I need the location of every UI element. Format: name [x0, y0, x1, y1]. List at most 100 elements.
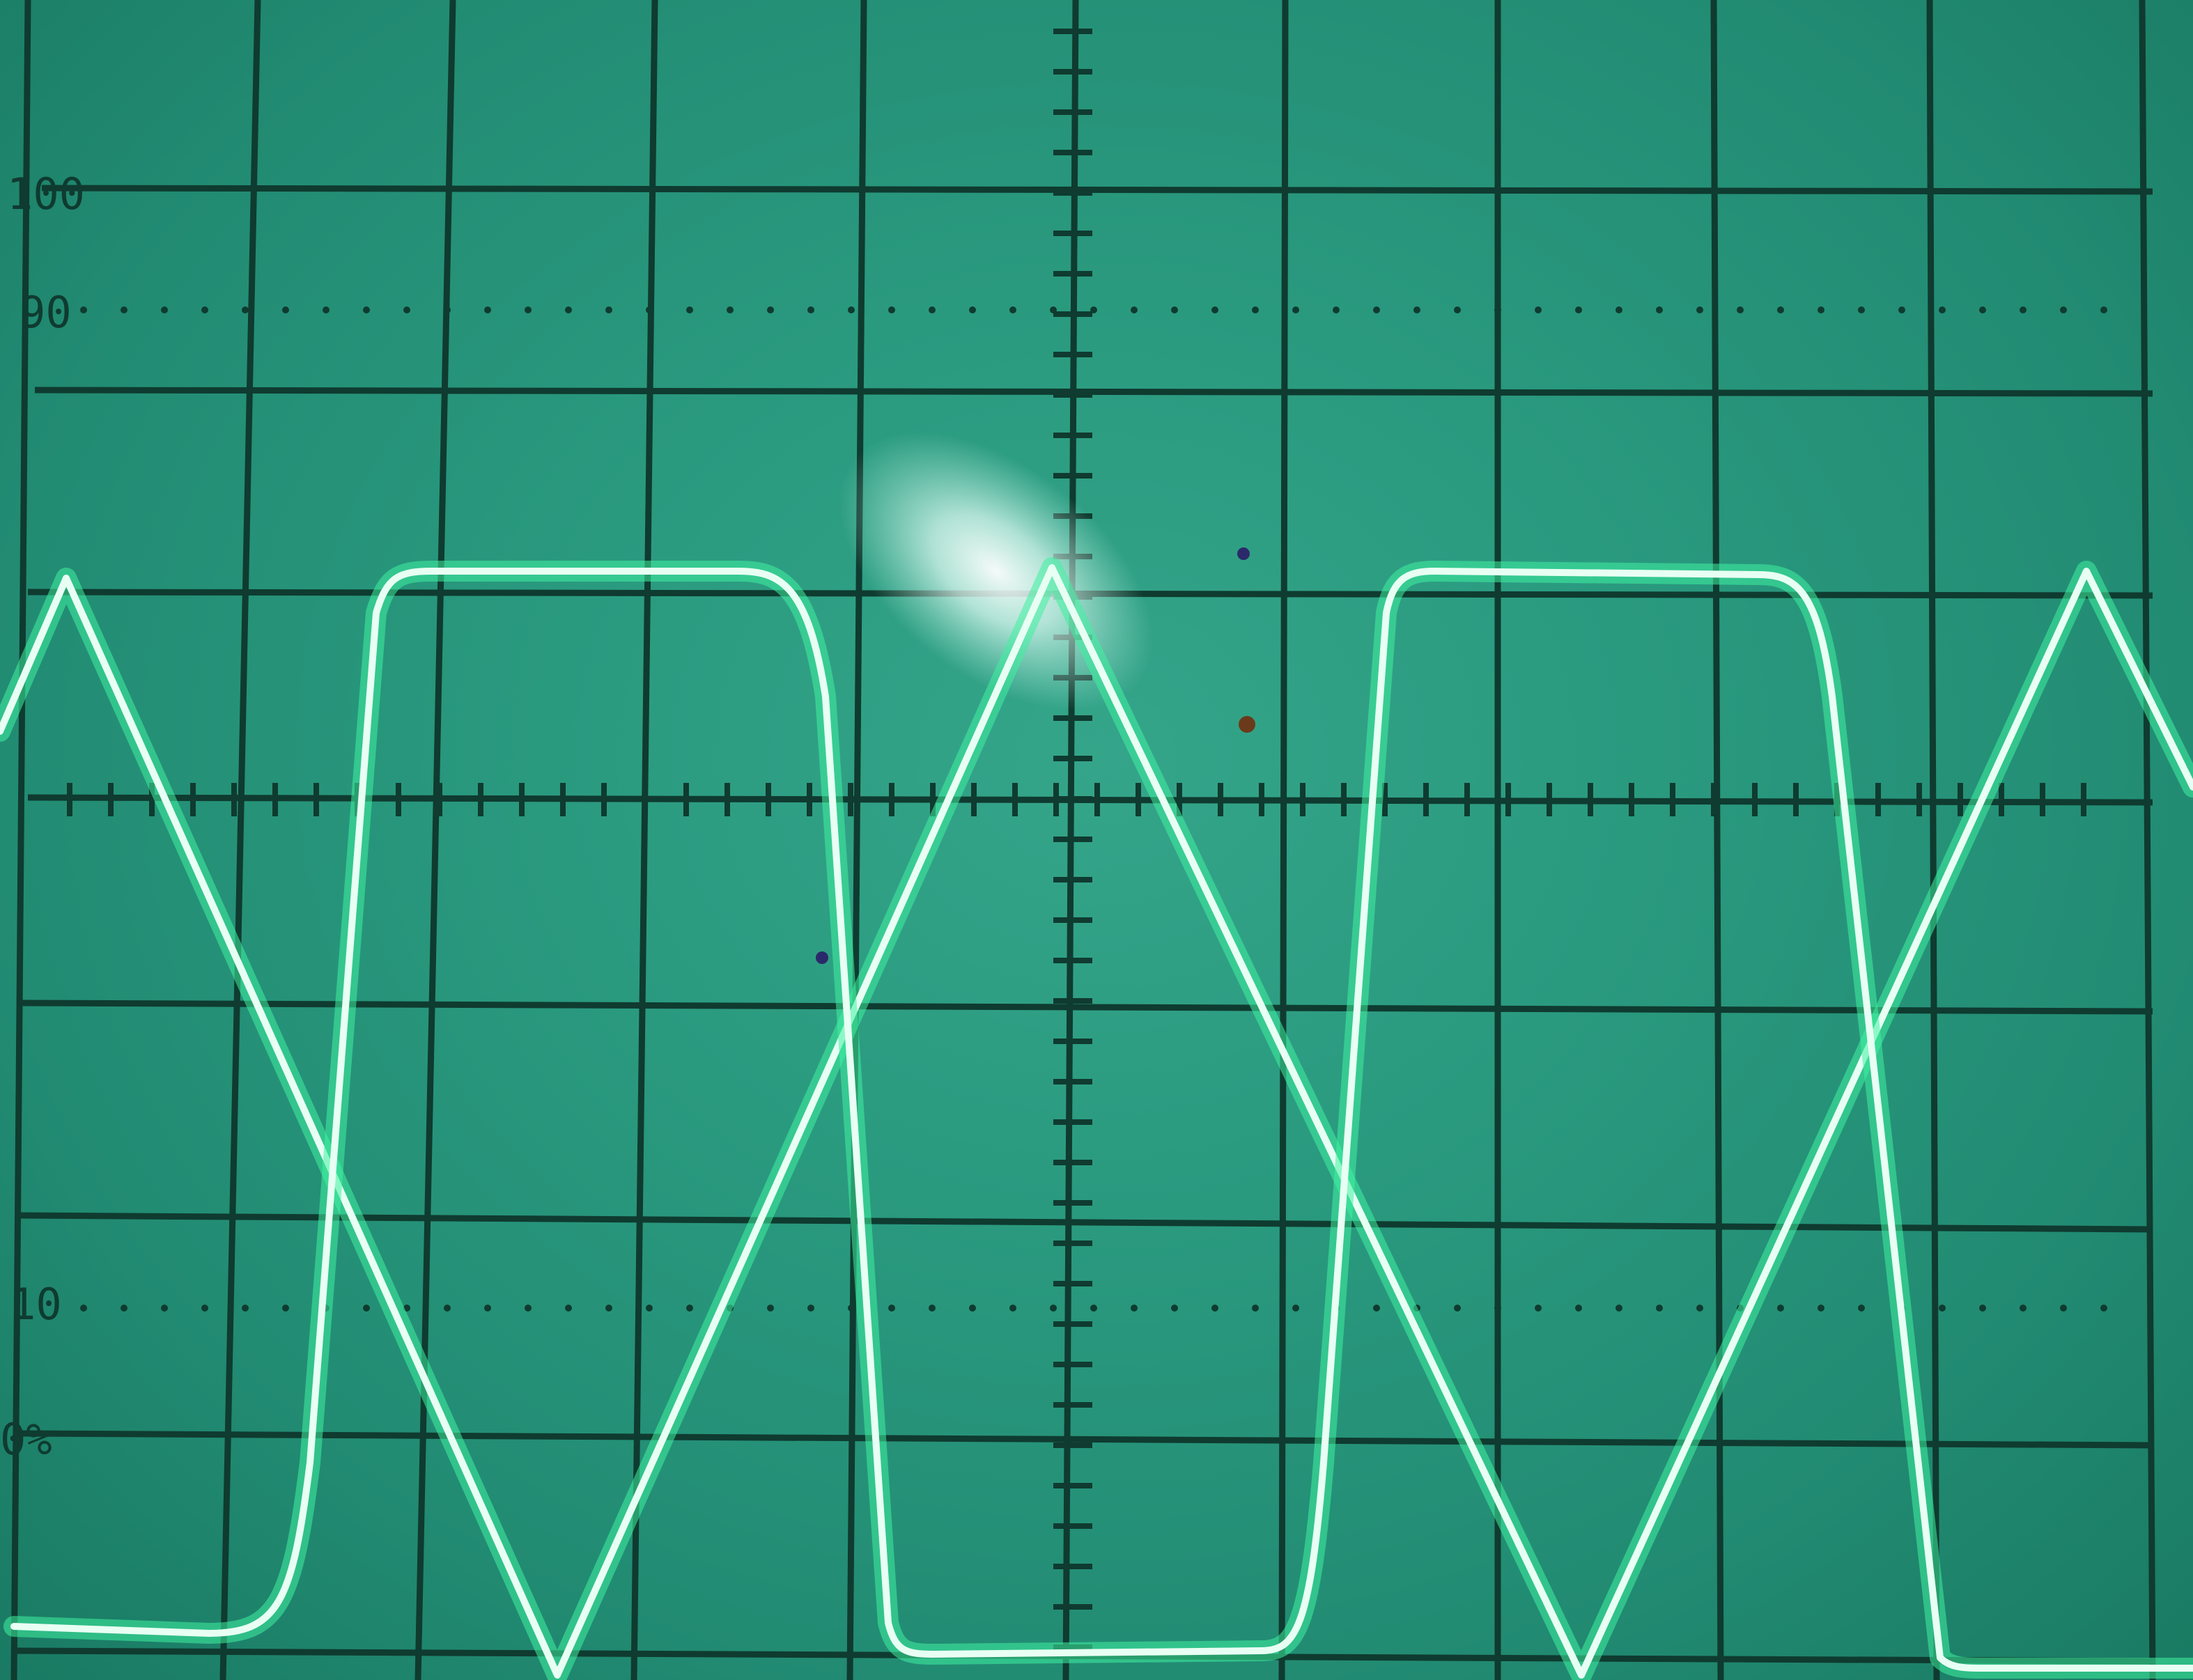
vertical-grid-line [630, 0, 658, 1680]
vertical-grid-line [1278, 0, 1289, 1680]
horizontal-grid-line [34, 387, 2153, 397]
reference-dot [1090, 1305, 1097, 1312]
reference-dot [1535, 306, 1542, 313]
reference-dot [1494, 1305, 1501, 1312]
reference-dot [1858, 1305, 1865, 1312]
reference-dot [444, 306, 451, 313]
reference-dot [565, 306, 572, 313]
reference-dot [888, 306, 895, 313]
reference-dot [1252, 1305, 1259, 1312]
reference-dot [767, 1305, 774, 1312]
reference-dot [363, 306, 370, 313]
reference-dot [242, 1305, 249, 1312]
reference-dot [282, 1305, 289, 1312]
reference-dot [807, 1305, 814, 1312]
reference-dot [1050, 306, 1057, 313]
reference-dot [1656, 306, 1663, 313]
reference-dot [1535, 1305, 1542, 1312]
reference-dot [1090, 306, 1097, 313]
reference-dot [767, 306, 774, 313]
reference-dot [1858, 306, 1865, 313]
dotted-reference-lines [80, 306, 2107, 1312]
reference-dot [1171, 306, 1178, 313]
reference-dot [969, 1305, 976, 1312]
square-wave-glow [3, 561, 2193, 1679]
reference-dot [2020, 1305, 2027, 1312]
reference-dot [1131, 1305, 1138, 1312]
reference-dot [1454, 1305, 1461, 1312]
reference-dot [80, 306, 87, 313]
reference-dot [363, 1305, 370, 1312]
reference-dot [1939, 306, 1946, 313]
reference-dot [1373, 306, 1380, 313]
reference-dot [1818, 1305, 1824, 1312]
reference-dot [121, 1305, 127, 1312]
horizontal-grid-line [20, 1212, 2153, 1233]
reference-dot [1575, 1305, 1582, 1312]
vertical-grid-line [1710, 0, 1724, 1680]
vertical-grid-line [1926, 0, 1940, 1680]
reference-dot [807, 306, 814, 313]
reference-dot [2100, 306, 2107, 313]
reference-dot [848, 306, 855, 313]
reference-dot [1009, 1305, 1016, 1312]
reference-dot [1373, 1305, 1380, 1312]
reference-dot [1211, 1305, 1218, 1312]
vertical-grid-line [846, 0, 867, 1680]
reference-dot [1292, 306, 1299, 313]
reference-dot [605, 306, 612, 313]
graticule-and-traces [0, 0, 2193, 1680]
reference-dot [646, 1305, 653, 1312]
reference-dot [484, 306, 491, 313]
reference-dot [1696, 1305, 1703, 1312]
reference-dot [969, 306, 976, 313]
reference-dot [1615, 306, 1622, 313]
reference-dot [444, 1305, 451, 1312]
reference-dot [2020, 306, 2027, 313]
reference-dot [848, 1305, 855, 1312]
reference-dot [1211, 306, 1218, 313]
reference-dot [686, 306, 693, 313]
reference-dot [323, 306, 330, 313]
dust-speck [816, 951, 828, 964]
reference-dot [80, 1305, 87, 1312]
reference-dot [201, 306, 208, 313]
reference-dot [565, 1305, 572, 1312]
reference-dot [1333, 306, 1340, 313]
vertical-grid-line [219, 0, 261, 1680]
reference-dot [646, 306, 653, 313]
reference-dot [1575, 306, 1582, 313]
reference-dot [1050, 1305, 1057, 1312]
scale-label-100: 100 [7, 169, 85, 219]
reference-dot [1171, 1305, 1178, 1312]
reference-dot [2060, 306, 2067, 313]
oscilloscope-screen: 100 90 10 0% [0, 0, 2193, 1680]
reference-dot [1413, 306, 1420, 313]
reference-dot [1898, 306, 1905, 313]
vertical-grid-line [2139, 0, 2156, 1680]
reference-dot [1777, 1305, 1784, 1312]
reference-dot [1979, 306, 1986, 313]
dust-speck [1239, 716, 1255, 733]
reference-dot [242, 306, 249, 313]
reference-dot [2100, 1305, 2107, 1312]
reference-dot [282, 306, 289, 313]
reference-dot [1494, 306, 1501, 313]
reference-dot [484, 1305, 491, 1312]
reference-dot [1252, 306, 1259, 313]
traces [0, 557, 2193, 1680]
dust-speck [1237, 547, 1250, 560]
reference-dot [929, 1305, 936, 1312]
horizontal-grid-line [41, 185, 2153, 195]
reference-dot [727, 306, 734, 313]
reference-dot [525, 306, 532, 313]
scale-label-90: 90 [20, 287, 72, 338]
reference-dot [1939, 1305, 1946, 1312]
reference-dot [888, 1305, 895, 1312]
reference-dot [525, 1305, 532, 1312]
reference-dot [201, 1305, 208, 1312]
reference-dot [1292, 1305, 1299, 1312]
reference-dot [1131, 306, 1138, 313]
scale-label-10: 10 [10, 1279, 62, 1330]
graticule [10, 0, 2156, 1680]
